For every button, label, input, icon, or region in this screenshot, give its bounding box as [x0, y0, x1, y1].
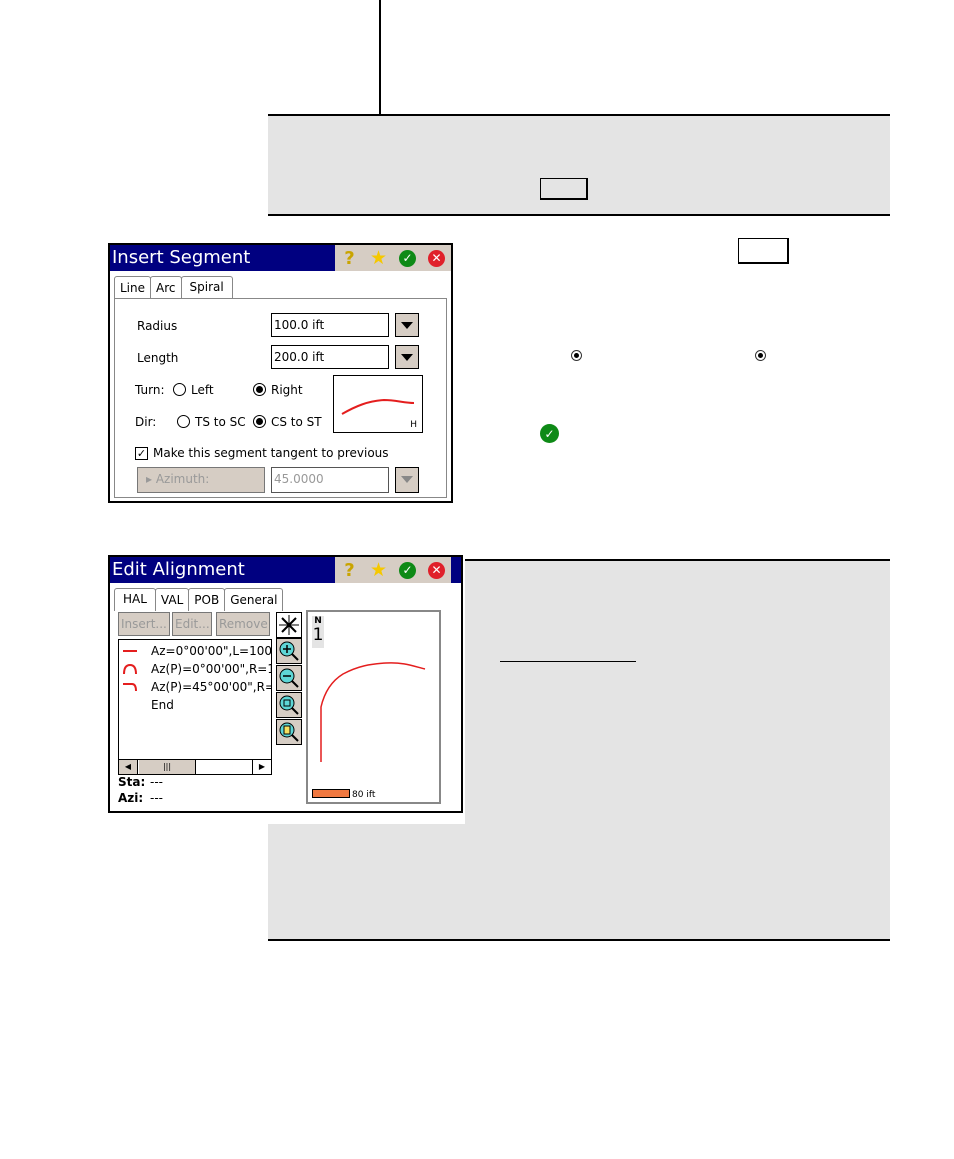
tab-val[interactable]: VAL	[154, 588, 190, 611]
tab-hal[interactable]: HAL	[114, 588, 156, 611]
sta-label: Sta:	[118, 775, 146, 789]
insert-segment-dialog: Insert Segment ? ★ ✓ ✕ Line Arc Spiral R…	[108, 243, 453, 503]
dialog-title: Edit Alignment	[112, 559, 245, 580]
list-item[interactable]: End	[123, 696, 174, 714]
horizontal-scrollbar[interactable]: ◀ ||| ▶	[119, 759, 271, 774]
title-bar: Insert Segment ? ★ ✓ ✕	[110, 245, 451, 271]
dir-cs-to-st-label: CS to ST	[271, 415, 322, 429]
line-segment-icon	[123, 645, 145, 657]
note-box-bottom-extension	[268, 824, 890, 941]
turn-label: Turn:	[135, 383, 165, 397]
turn-right-radio[interactable]	[253, 383, 266, 396]
spiral-panel: Radius 100.0 ift Length 200.0 ift Turn: …	[114, 298, 447, 498]
dir-ts-to-sc-radio[interactable]	[177, 415, 190, 428]
turn-left-label: Left	[191, 383, 214, 397]
remove-button[interactable]: Remove	[216, 612, 270, 636]
spiral-segment-icon	[123, 681, 145, 693]
tangent-checkbox-label: Make this segment tangent to previous	[153, 446, 389, 460]
list-item[interactable]: Az=0°00'00",L=100.	[123, 642, 271, 660]
dir-label: Dir:	[135, 415, 157, 429]
help-icon[interactable]: ?	[340, 560, 360, 581]
zoom-out-icon[interactable]	[276, 665, 302, 691]
alignment-map[interactable]: N 1 80 ift	[306, 610, 441, 804]
page-divider-line	[379, 0, 381, 118]
tab-spiral[interactable]: Spiral	[180, 276, 233, 299]
insert-button[interactable]: Insert...	[118, 612, 170, 636]
arc-segment-icon	[123, 663, 145, 675]
zoom-window-icon[interactable]	[276, 692, 302, 718]
tab-general[interactable]: General	[224, 588, 284, 611]
turn-left-radio[interactable]	[173, 383, 186, 396]
ok-check-icon[interactable]: ✓	[398, 248, 418, 268]
dialog-title: Insert Segment	[112, 247, 251, 268]
list-item[interactable]: Az(P)=45°00'00",R=	[123, 678, 271, 696]
scale-label: 80 ift	[352, 790, 376, 800]
zoom-in-icon[interactable]	[276, 638, 302, 664]
note-box-top	[268, 114, 890, 216]
alignment-path	[320, 662, 426, 762]
title-icons: ? ★ ✓ ✕	[335, 557, 451, 583]
cancel-x-icon[interactable]: ✕	[427, 560, 447, 580]
ok-check-icon[interactable]: ✓	[398, 560, 418, 580]
azimuth-button[interactable]: ▸ Azimuth:	[137, 467, 265, 493]
tab-line[interactable]: Line	[114, 276, 152, 299]
azi-label: Azi:	[118, 791, 144, 805]
edit-button[interactable]: Edit...	[172, 612, 212, 636]
underline-link	[500, 661, 636, 662]
sta-value: ---	[150, 775, 163, 789]
spiral-preview: H	[333, 375, 423, 433]
tab-pob[interactable]: POB	[188, 588, 226, 611]
tangent-checkbox[interactable]: ✓	[135, 447, 148, 460]
key-button-placeholder	[540, 178, 588, 200]
radio-bullet-icon	[755, 350, 766, 361]
turn-right-label: Right	[271, 383, 303, 397]
favorites-star-icon[interactable]: ★	[369, 559, 389, 581]
key-button-placeholder-right	[738, 238, 789, 264]
scroll-thumb[interactable]: |||	[139, 760, 196, 774]
radius-label: Radius	[137, 319, 178, 333]
scale-bar	[312, 789, 350, 798]
ok-check-icon: ✓	[540, 424, 559, 443]
list-item[interactable]: Az(P)=0°00'00",R=1	[123, 660, 271, 678]
favorites-star-icon[interactable]: ★	[369, 247, 389, 269]
segment-list[interactable]: Az=0°00'00",L=100. Az(P)=0°00'00",R=1 Az…	[118, 639, 272, 775]
azimuth-dropdown-button[interactable]	[395, 467, 419, 493]
cancel-x-icon[interactable]: ✕	[427, 248, 447, 268]
azi-value: ---	[150, 791, 163, 805]
zoom-extents-icon[interactable]	[276, 612, 302, 638]
radius-input[interactable]: 100.0 ift	[271, 313, 389, 337]
spiral-preview-curve	[341, 398, 415, 415]
tab-arc[interactable]: Arc	[150, 276, 182, 299]
dir-cs-to-st-radio[interactable]	[253, 415, 266, 428]
title-bar: Edit Alignment ? ★ ✓ ✕	[110, 557, 461, 583]
length-dropdown-button[interactable]	[395, 345, 419, 369]
scroll-left-button[interactable]: ◀	[119, 760, 138, 774]
edit-alignment-dialog: Edit Alignment ? ★ ✓ ✕ HAL VAL POB Gener…	[108, 555, 463, 813]
zoom-page-icon[interactable]	[276, 719, 302, 745]
tab-bar: Line Arc Spiral	[114, 275, 233, 299]
title-icons: ? ★ ✓ ✕	[335, 245, 451, 271]
scroll-right-button[interactable]: ▶	[252, 760, 271, 774]
tab-bar: HAL VAL POB General	[114, 587, 284, 611]
azimuth-input[interactable]: 45.0000	[271, 467, 389, 493]
radius-dropdown-button[interactable]	[395, 313, 419, 337]
preview-h-label: H	[410, 420, 417, 430]
help-icon[interactable]: ?	[340, 248, 360, 269]
dir-ts-to-sc-label: TS to SC	[195, 415, 246, 429]
length-label: Length	[137, 351, 179, 365]
radio-bullet-icon	[571, 350, 582, 361]
length-input[interactable]: 200.0 ift	[271, 345, 389, 369]
